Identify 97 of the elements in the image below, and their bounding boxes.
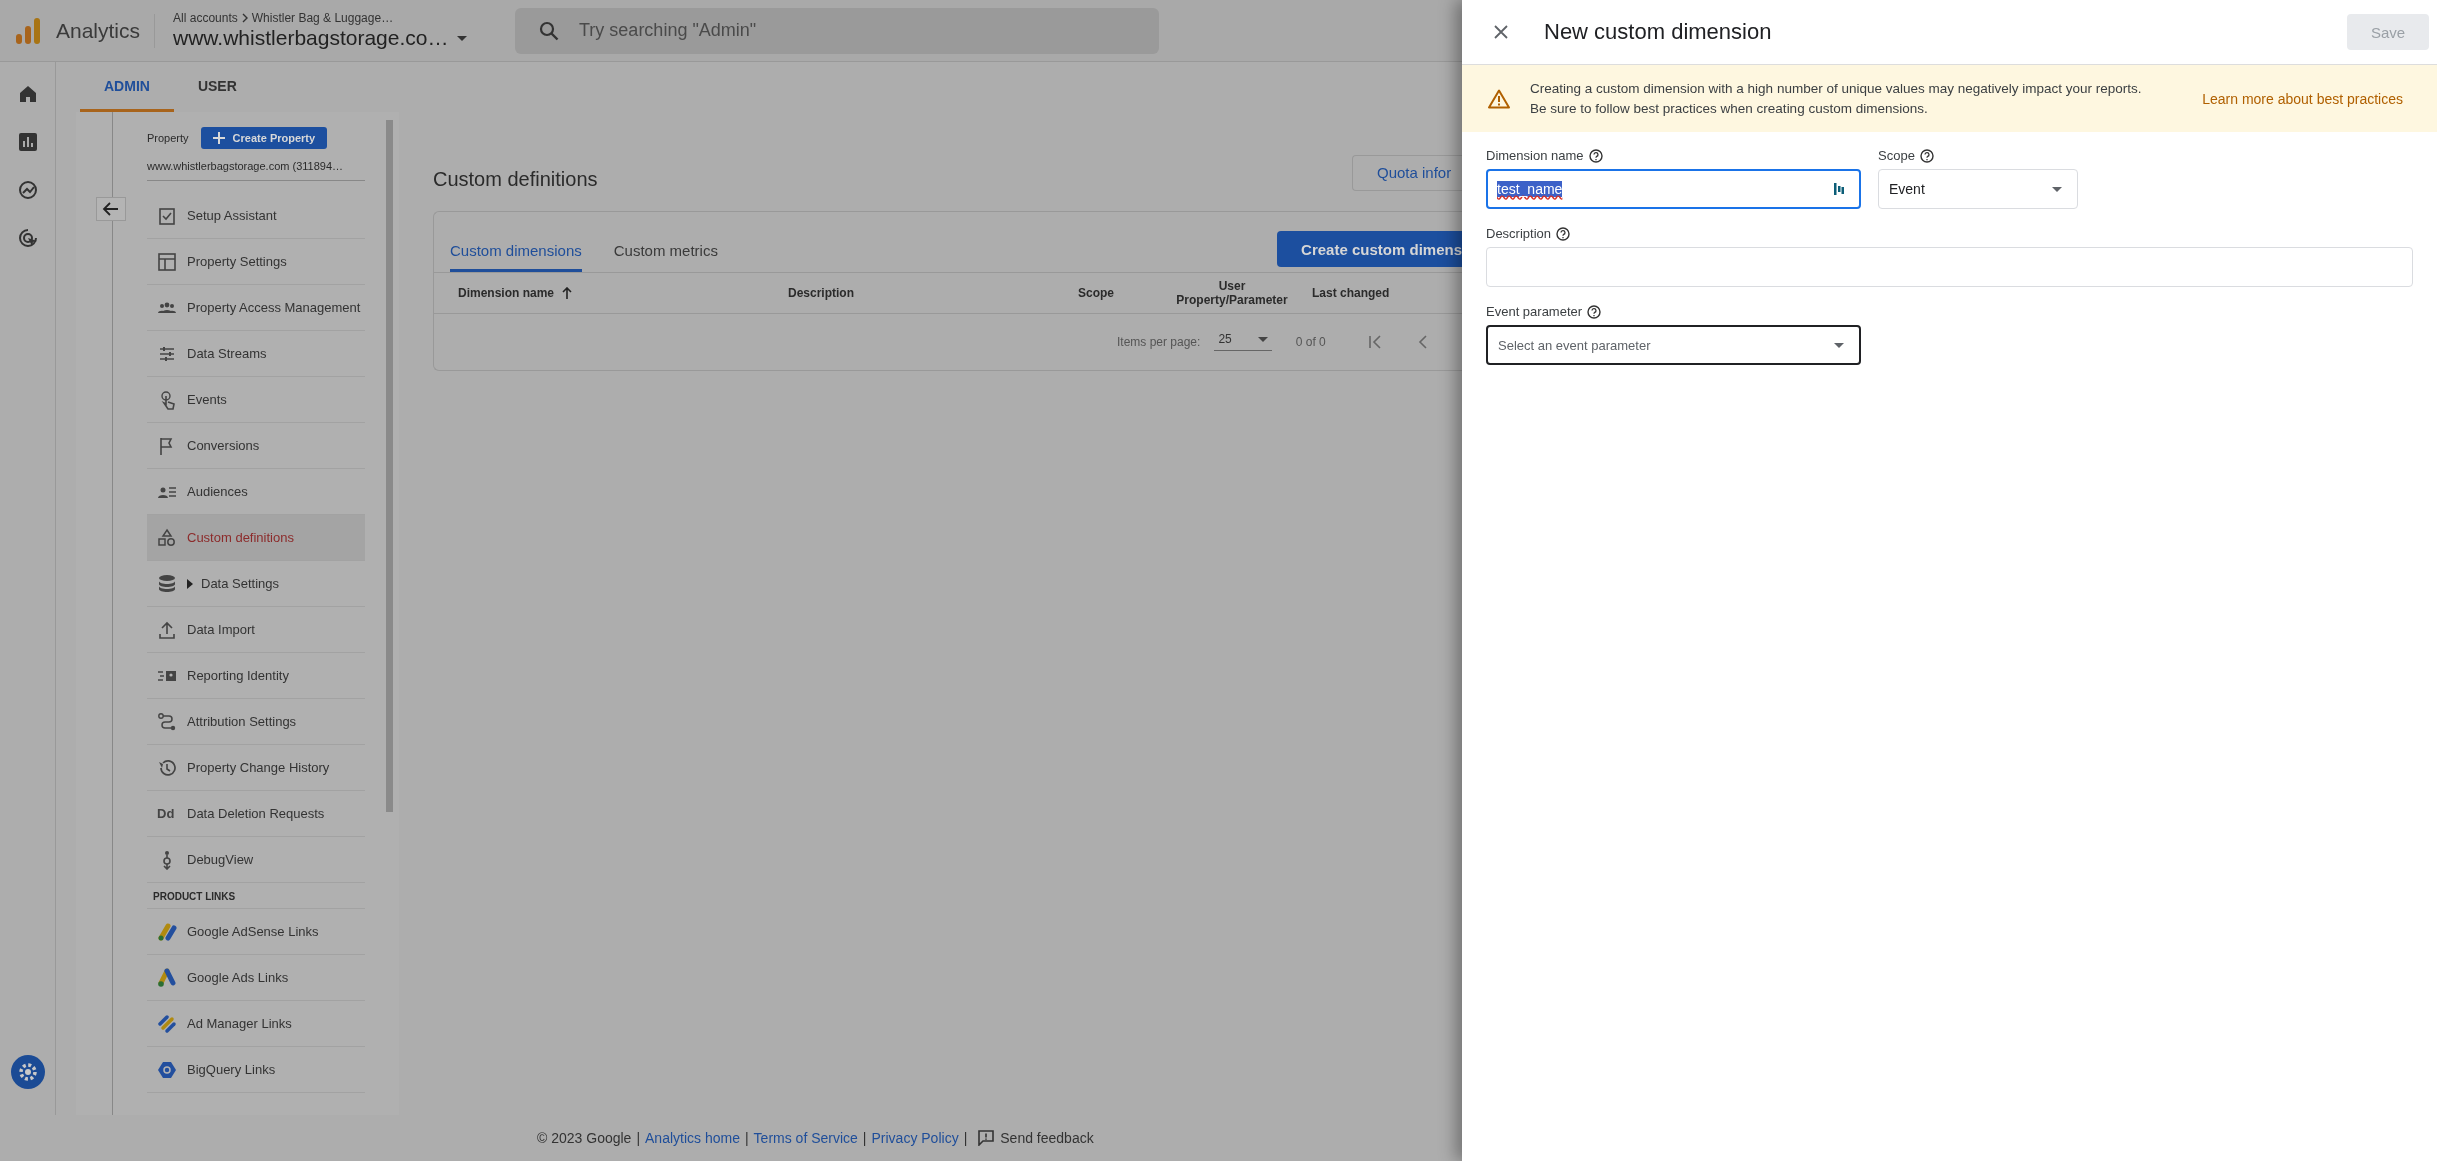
copyright-text: © 2023 Google — [537, 1130, 632, 1146]
checklist-icon — [157, 205, 177, 226]
property-name: www.whistlerbagstorage.com (311894… — [147, 150, 365, 181]
trend-circle-icon[interactable] — [17, 180, 38, 200]
search-icon — [539, 20, 560, 41]
database-icon — [157, 573, 177, 594]
help-icon[interactable] — [1587, 304, 1602, 319]
dropdown-caret-icon — [1257, 336, 1268, 342]
separator: | — [862, 1130, 867, 1146]
feedback-icon — [978, 1130, 995, 1146]
dropdown-caret-icon — [456, 34, 469, 42]
history-icon — [157, 757, 177, 778]
settings-icon[interactable] — [10, 1055, 45, 1089]
description-field[interactable] — [1486, 247, 2413, 287]
back-arrow-button[interactable] — [96, 197, 126, 221]
sidebar-item[interactable]: Property Settings — [147, 239, 365, 285]
help-icon[interactable] — [1919, 148, 1934, 163]
column-header: User Property/Parameter — [1176, 279, 1288, 307]
sidebar-item[interactable]: Events — [147, 377, 365, 423]
property-picker[interactable]: www.whistlerbagstorage.co… — [173, 26, 504, 50]
footer-link[interactable]: Terms of Service — [753, 1130, 858, 1146]
shapes-icon — [157, 527, 177, 548]
assistant-icon — [1834, 182, 1844, 196]
definition-tab[interactable]: Custom metrics — [613, 242, 718, 272]
select-field[interactable]: Event — [1878, 169, 2078, 209]
create-property-button[interactable]: Create Property — [200, 127, 328, 149]
column-header: Description — [788, 286, 854, 300]
field-label: Description — [1486, 226, 1552, 241]
bar-chart-icon[interactable] — [17, 132, 38, 152]
hexagon-icon — [157, 1059, 177, 1080]
warning-text: Creating a custom dimension with a high number of unique values may negatively impact your reports. Be sure to follow best practices when creating custom dimensions. — [1530, 79, 2143, 118]
items-per-page-label: Items per page: — [1117, 334, 1201, 349]
text-field[interactable]: test_name — [1486, 169, 1861, 209]
sidebar-item[interactable]: Google Ads Links — [147, 955, 365, 1001]
field-label: Dimension name — [1486, 148, 1584, 163]
dropdown-caret-icon — [1834, 342, 1844, 348]
sidebar-item[interactable]: Data Settings — [147, 561, 365, 607]
column-header: Scope — [1078, 286, 1114, 300]
definition-tab[interactable]: Custom dimensions — [450, 242, 582, 272]
create-dimension-button[interactable]: Create custom dimens — [1277, 231, 1462, 267]
product-name: Analytics — [56, 18, 141, 43]
dropdown-caret-icon — [2052, 186, 2062, 192]
breadcrumb-link[interactable]: Whistler Bag & Luggage… — [251, 11, 394, 25]
sidebar-item[interactable]: Dd Data Deletion Requests — [147, 791, 365, 837]
plus-icon — [212, 132, 225, 144]
sidebar-item[interactable]: Reporting Identity — [147, 653, 365, 699]
help-icon[interactable] — [1588, 148, 1603, 163]
letters-icon: Dd — [157, 806, 177, 821]
sidebar-item[interactable]: Attribution Settings — [147, 699, 365, 745]
page-range: 0 of 0 — [1295, 334, 1326, 349]
sidebar-item[interactable]: Data Import — [147, 607, 365, 653]
sidebar-item[interactable]: Data Streams — [147, 331, 365, 377]
select-field[interactable]: Select an event parameter — [1486, 325, 1861, 365]
column-header: Dimension name — [458, 286, 555, 300]
separator: | — [963, 1130, 968, 1146]
panel-title: New custom dimension — [1544, 19, 1773, 45]
first-page-icon[interactable] — [1367, 334, 1382, 349]
sidebar-item[interactable]: Setup Assistant — [147, 193, 365, 239]
page-size-select[interactable]: 25 — [1214, 332, 1272, 351]
sidebar-item[interactable]: Conversions — [147, 423, 365, 469]
footer-link[interactable]: Privacy Policy — [871, 1130, 959, 1146]
analytics-logo-icon — [16, 17, 40, 44]
help-icon[interactable] — [1556, 226, 1571, 241]
sidebar-item[interactable]: Custom definitions — [147, 515, 365, 561]
learn-more-link[interactable]: Learn more about best practices — [2202, 90, 2403, 107]
chevron-right-icon — [240, 13, 249, 23]
breadcrumb-link[interactable]: All accounts — [173, 11, 238, 25]
sidebar-item[interactable]: Property Access Management — [147, 285, 365, 331]
section-heading: PRODUCT LINKS — [147, 883, 365, 909]
sidebar-item[interactable]: Ad Manager Links — [147, 1001, 365, 1047]
separator: | — [744, 1130, 749, 1146]
separator: | — [636, 1130, 641, 1146]
adsense-icon — [157, 921, 177, 942]
ad-manager-icon — [157, 1013, 177, 1034]
expand-triangle-icon — [187, 578, 193, 589]
page-title: Custom definitions — [433, 167, 598, 191]
column-header: Last changed — [1312, 286, 1390, 300]
layout-icon — [157, 251, 177, 272]
sidebar-item[interactable]: BigQuery Links — [147, 1047, 365, 1093]
warning-icon — [1488, 88, 1510, 109]
previous-page-icon[interactable] — [1417, 334, 1428, 349]
admin-tab[interactable]: USER — [173, 62, 261, 112]
search-field[interactable]: Try searching "Admin" — [515, 7, 1160, 54]
home-icon[interactable] — [17, 84, 38, 104]
field-label: Event parameter — [1486, 304, 1583, 319]
sidebar-item[interactable]: DebugView — [147, 837, 365, 883]
route-icon — [157, 711, 177, 732]
upload-icon — [157, 619, 177, 640]
property-label: Property — [147, 132, 189, 144]
ads-triangle-icon — [157, 967, 177, 988]
sidebar-item[interactable]: Google AdSense Links — [147, 909, 365, 955]
target-cursor-icon[interactable] — [17, 228, 38, 248]
field-label: Scope — [1878, 148, 1915, 163]
close-icon[interactable] — [1494, 25, 1508, 39]
sidebar-item[interactable]: Property Change History — [147, 745, 365, 791]
feedback-link[interactable]: Send feedback — [978, 1130, 1094, 1146]
footer-link[interactable]: Analytics home — [645, 1130, 740, 1146]
